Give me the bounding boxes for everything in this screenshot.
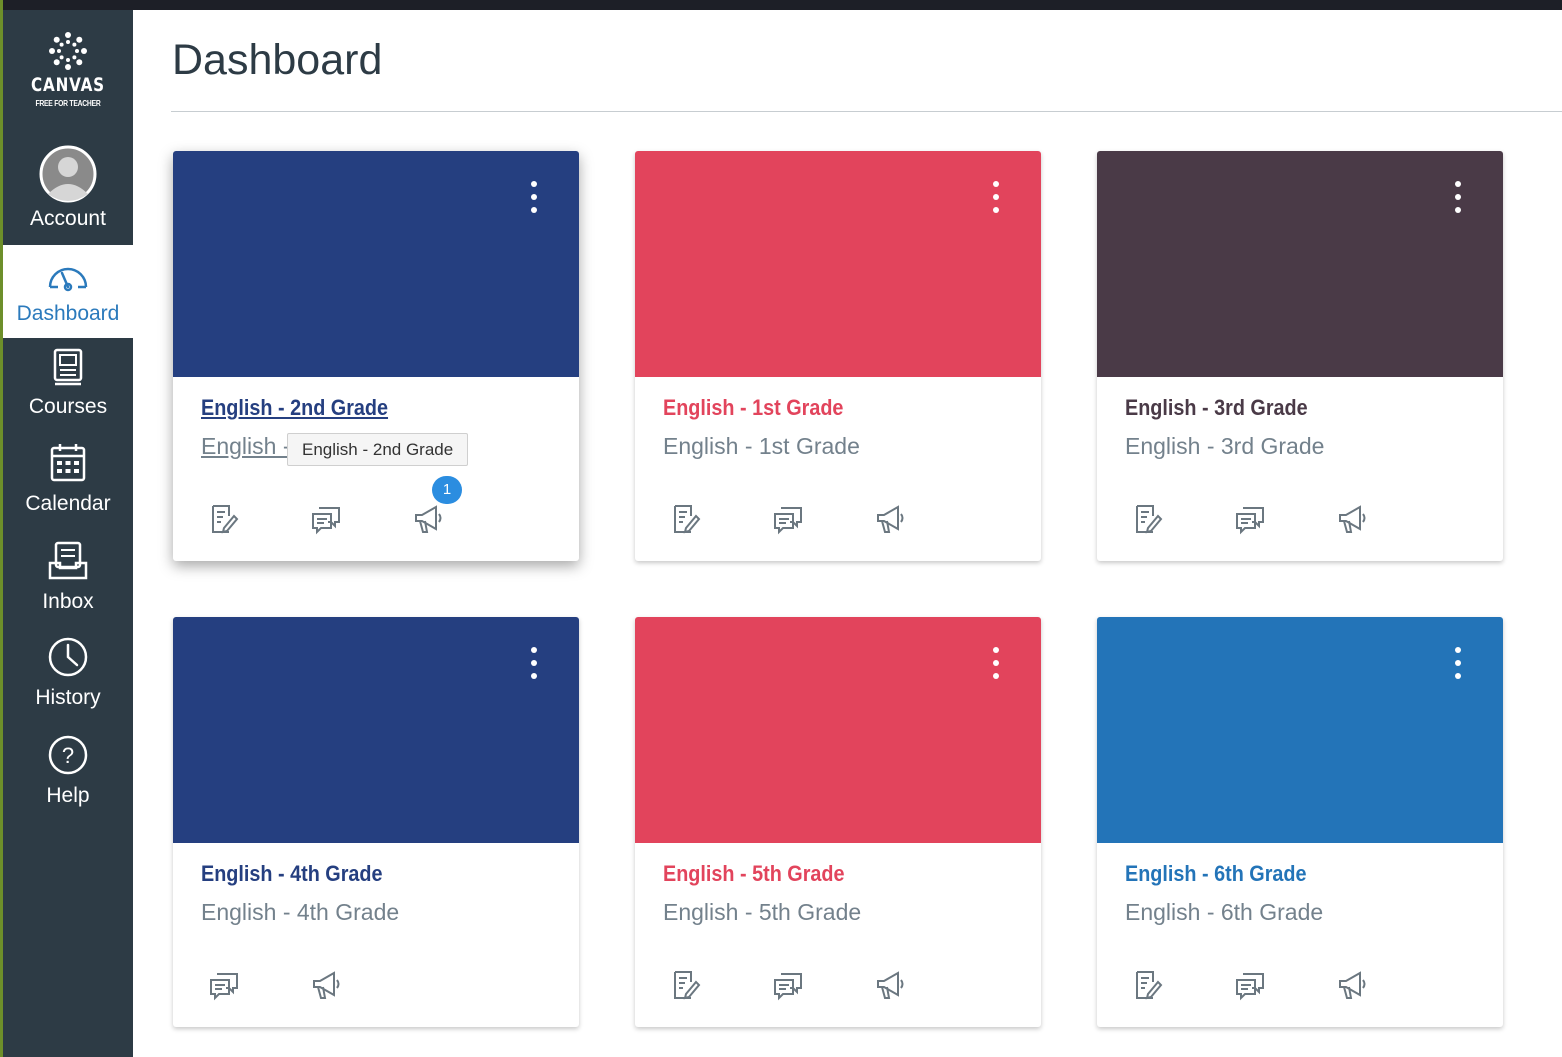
announcements-icon xyxy=(877,971,904,999)
course-card-subtitle: English - 3rd Grade xyxy=(1125,433,1325,459)
assignments-icon xyxy=(1136,971,1163,1000)
announcements-icon xyxy=(1339,971,1366,999)
discussions-icon xyxy=(774,973,802,1001)
course-card-subtitle: English - 6th Grade xyxy=(1125,899,1324,925)
page-title: Dashboard xyxy=(172,36,383,84)
discussions-icon xyxy=(1236,507,1264,535)
course-card[interactable]: English - 4th Grade English - 4th Grade xyxy=(173,617,579,1027)
inbox-icon xyxy=(48,541,88,580)
announcements-icon xyxy=(415,505,442,533)
discussions-button[interactable] xyxy=(772,503,804,535)
nav-account[interactable]: Account xyxy=(3,134,133,244)
nav-inbox[interactable]: Inbox xyxy=(3,534,133,630)
nav-calendar-label: Calendar xyxy=(25,492,111,515)
assignments-icon xyxy=(1136,505,1163,534)
help-icon: ? xyxy=(48,735,88,775)
logo-tagline: FREE FOR TEACHER xyxy=(35,99,101,108)
nav-courses[interactable]: Courses xyxy=(3,340,133,434)
announcements-button[interactable] xyxy=(874,969,906,1001)
discussions-icon xyxy=(774,507,802,535)
assignments-icon xyxy=(674,971,701,1000)
announcements-icon xyxy=(313,971,340,999)
assignments-icon xyxy=(674,505,701,534)
assignments-button[interactable] xyxy=(1132,969,1164,1001)
nav-account-label: Account xyxy=(30,207,106,230)
nav-help-label: Help xyxy=(46,784,90,807)
discussions-icon xyxy=(1236,973,1264,1001)
title-divider xyxy=(171,111,1562,112)
assignments-button[interactable] xyxy=(1132,503,1164,535)
canvas-logo-icon xyxy=(49,32,87,70)
course-card-name[interactable]: English - 4th Grade xyxy=(201,861,383,887)
course-options-kebab-icon[interactable] xyxy=(981,645,1011,685)
nav-calendar[interactable]: Calendar xyxy=(3,436,133,532)
discussions-icon xyxy=(210,973,238,1001)
assignments-button[interactable] xyxy=(670,969,702,1001)
announcements-button[interactable] xyxy=(310,969,342,1001)
canvas-logo[interactable]: CANVAS FREE FOR TEACHER xyxy=(3,10,133,122)
global-navigation: CANVAS FREE FOR TEACHER Account Dashboar… xyxy=(3,10,133,1057)
course-options-kebab-icon[interactable] xyxy=(1443,179,1473,219)
assignments-button[interactable] xyxy=(670,503,702,535)
discussions-icon xyxy=(312,507,340,535)
course-options-kebab-icon[interactable] xyxy=(981,179,1011,219)
course-card-name[interactable]: English - 1st Grade xyxy=(663,395,843,421)
main-content: Dashboard English - 2nd Grade English - 2… xyxy=(133,10,1562,1057)
course-card[interactable]: English - 6th Grade English - 6th Grade xyxy=(1097,617,1503,1027)
nav-inbox-label: Inbox xyxy=(42,590,94,613)
course-options-kebab-icon[interactable] xyxy=(1443,645,1473,685)
course-card-subtitle: English - 5th Grade xyxy=(663,899,862,925)
window-top-strip xyxy=(0,0,1562,10)
discussions-button[interactable] xyxy=(1234,969,1266,1001)
course-card[interactable]: English - 1st Grade English - 1st Grade xyxy=(635,151,1041,561)
course-card-subtitle: English - 1st Grade xyxy=(663,433,860,459)
courses-icon xyxy=(53,348,83,386)
discussions-button[interactable] xyxy=(1234,503,1266,535)
course-card-name[interactable]: English - 6th Grade xyxy=(1125,861,1307,887)
announcements-icon xyxy=(877,505,904,533)
announcements-button[interactable] xyxy=(1336,969,1368,1001)
unread-announcements-badge: 1 xyxy=(432,476,462,504)
discussions-button[interactable] xyxy=(772,969,804,1001)
nav-courses-label: Courses xyxy=(28,395,108,418)
nav-history-label: History xyxy=(35,686,101,709)
assignments-icon xyxy=(212,505,239,534)
assignments-button[interactable] xyxy=(208,503,240,535)
nav-help[interactable]: ? Help xyxy=(3,730,133,826)
course-card-subtitle: English - 4th Grade xyxy=(201,899,400,925)
announcements-button[interactable] xyxy=(874,503,906,535)
svg-text:?: ? xyxy=(62,743,74,768)
announcements-button[interactable] xyxy=(1336,503,1368,535)
nav-dashboard[interactable]: Dashboard xyxy=(3,245,133,338)
course-card[interactable]: English - 3rd Grade English - 3rd Grade xyxy=(1097,151,1503,561)
nav-history[interactable]: History xyxy=(3,632,133,728)
course-name-tooltip: English - 2nd Grade xyxy=(287,433,469,466)
course-card-name[interactable]: English - 5th Grade xyxy=(663,861,845,887)
calendar-icon xyxy=(50,444,86,482)
discussions-button[interactable] xyxy=(208,969,240,1001)
course-options-kebab-icon[interactable] xyxy=(519,645,549,685)
discussions-button[interactable] xyxy=(310,503,342,535)
nav-dashboard-label: Dashboard xyxy=(16,302,120,325)
clock-icon xyxy=(48,637,88,677)
logo-wordmark: CANVAS xyxy=(31,74,105,96)
dashboard-icon xyxy=(48,267,88,292)
announcements-icon xyxy=(1339,505,1366,533)
course-card-name[interactable]: English - 2nd Grade xyxy=(201,395,388,421)
course-card[interactable]: English - 5th Grade English - 5th Grade xyxy=(635,617,1041,1027)
announcements-button[interactable] xyxy=(412,503,444,535)
course-card-name[interactable]: English - 3rd Grade xyxy=(1125,395,1308,421)
course-card[interactable]: English - 2nd GradeEnglish - 2nd Grade1E… xyxy=(173,151,579,561)
avatar-icon xyxy=(39,145,97,203)
course-options-kebab-icon[interactable] xyxy=(519,179,549,219)
